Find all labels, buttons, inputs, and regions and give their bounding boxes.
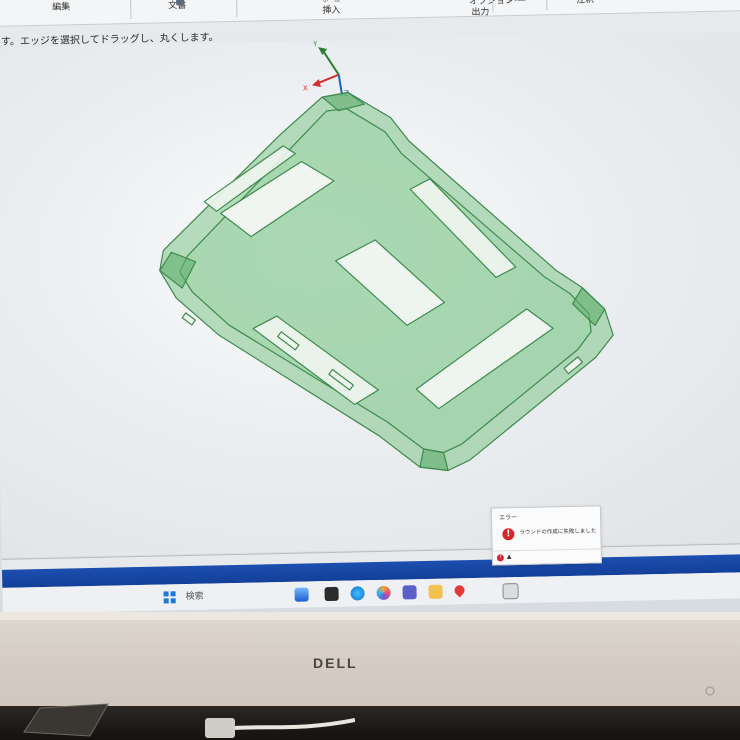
ribbon-document[interactable]: 文書 — [168, 0, 186, 12]
folder-icon[interactable] — [428, 584, 443, 599]
model-canvas[interactable]: Y X Z — [0, 32, 740, 558]
ribbon-separator — [491, 0, 494, 12]
error-icon: ! — [502, 528, 515, 541]
ribbon-inspect[interactable]: 調査 — [508, 0, 526, 4]
cad-window: 編集 文書 ホーム 挿入 オプション 出力 調査 注釈 — [0, 0, 740, 612]
ribbon-edit[interactable]: 編集 — [52, 2, 70, 13]
ribbon-option-output[interactable]: オプション 出力 — [446, 0, 515, 30]
ribbon-annotation-label: 注釈 — [576, 0, 595, 6]
keyboard-corner — [23, 703, 109, 737]
file-explorer-icon[interactable] — [324, 586, 339, 602]
teams-icon[interactable] — [402, 585, 417, 600]
document-icon — [176, 0, 185, 6]
monitor-brand-logo: DELL — [313, 655, 358, 671]
error-notification[interactable]: エラー ! ラウンドの作成に失敗しました ! ▲ — [490, 505, 603, 566]
axis-y-label: Y — [312, 40, 318, 48]
phone-case-model[interactable] — [156, 87, 616, 476]
desk-surface — [0, 706, 740, 740]
taskbar-search-label: 検索 — [185, 591, 204, 603]
ribbon-insert-label: 挿入 — [322, 5, 341, 17]
ribbon-insert[interactable]: ホーム 挿入 — [322, 0, 340, 17]
ribbon-separator — [545, 0, 548, 11]
3d-viewport[interactable]: Y X Z — [0, 31, 740, 558]
cad-app-icon[interactable] — [502, 583, 519, 600]
monitor-bezel — [0, 612, 740, 718]
windows-start-icon[interactable] — [162, 590, 176, 604]
notification-footer: ! ▲ — [492, 548, 601, 565]
widget-icon[interactable] — [294, 587, 309, 602]
monitor-screen: 編集 文書 ホーム 挿入 オプション 出力 調査 注釈 — [0, 0, 740, 612]
ribbon-separator — [130, 0, 132, 20]
chevron-up-icon[interactable]: ▲ — [507, 553, 512, 560]
notification-title: エラー — [498, 514, 518, 522]
power-button-icon[interactable] — [700, 684, 720, 698]
error-small-icon: ! — [496, 554, 504, 562]
usb-cable — [205, 718, 355, 738]
ribbon-inspect-label: 調査 — [508, 0, 526, 3]
ribbon-separator — [235, 0, 238, 17]
ribbon-toolbar: 編集 文書 ホーム 挿入 オプション 出力 調査 注釈 — [0, 0, 740, 27]
case-port-cutout — [181, 312, 197, 326]
notification-message: ラウンドの作成に失敗しました — [519, 528, 597, 537]
axis-x-label: X — [303, 84, 308, 92]
ribbon-edit-label: 編集 — [52, 2, 71, 13]
taskbar-search[interactable]: 検索 — [185, 587, 275, 605]
coordinate-triad: Y X Z — [303, 40, 349, 97]
ribbon-annotation[interactable]: 注釈 — [576, 0, 594, 7]
